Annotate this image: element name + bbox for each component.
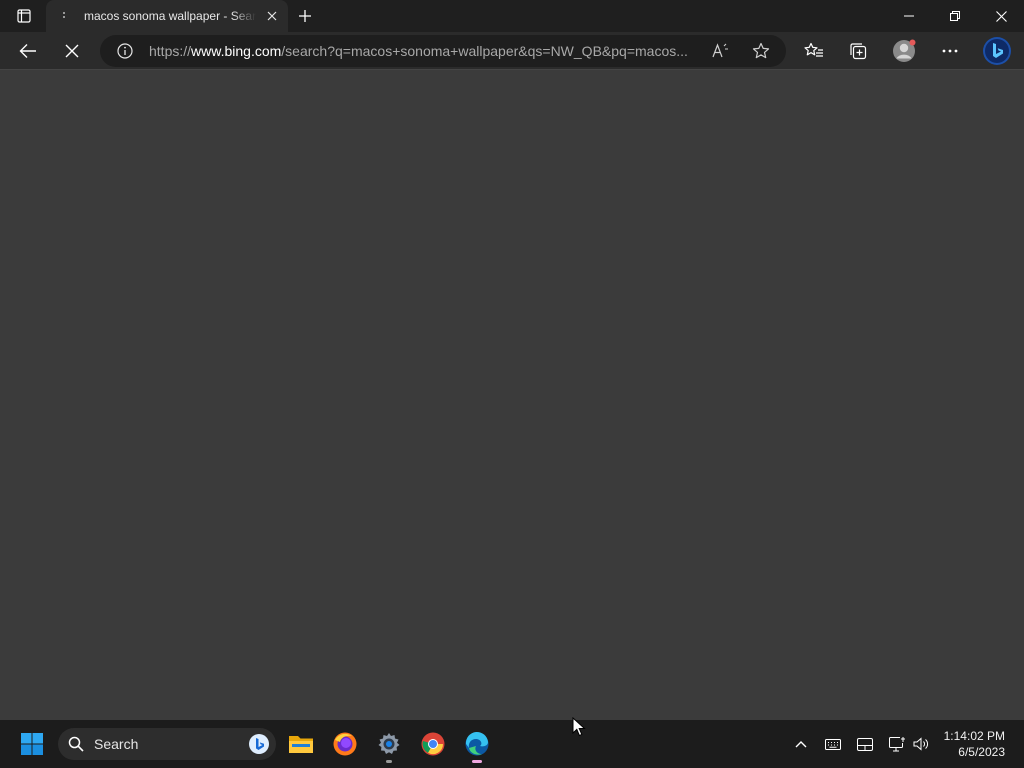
start-icon (21, 733, 43, 755)
keyboard-icon (825, 738, 841, 750)
restore-icon (950, 11, 960, 21)
site-info-icon[interactable] (117, 43, 133, 59)
file-explorer-icon (289, 736, 313, 753)
stop-loading-button[interactable] (57, 36, 87, 66)
taskbar-file-explorer[interactable] (281, 724, 321, 764)
browser-toolbar: https://www.bing.com/search?q=macos+sono… (0, 32, 1024, 70)
taskbar-search-label: Search (94, 736, 139, 752)
profile-button[interactable] (889, 36, 919, 66)
bing-chat-icon (983, 37, 1011, 65)
mouse-cursor-icon (572, 717, 586, 737)
chrome-icon (421, 732, 445, 756)
tab-actions-icon (17, 9, 31, 23)
stop-loading-icon (65, 44, 79, 58)
network-tray-button[interactable] (886, 720, 908, 768)
browser-tab-active[interactable]: macos sonoma wallpaper - Search (46, 0, 288, 32)
search-icon (68, 736, 84, 752)
profile-avatar-icon (893, 39, 916, 62)
back-button[interactable] (13, 36, 43, 66)
taskbar-edge[interactable] (457, 724, 497, 764)
volume-icon (913, 737, 928, 751)
minimize-button[interactable] (886, 0, 932, 32)
address-bar[interactable]: https://www.bing.com/search?q=macos+sono… (100, 35, 786, 67)
close-icon (995, 10, 1007, 22)
settings-icon (378, 733, 400, 754)
tab-close-icon[interactable] (264, 8, 280, 24)
url-host: www.bing.com (191, 43, 282, 59)
show-hidden-icons-button[interactable] (790, 720, 812, 768)
star-icon[interactable] (752, 42, 770, 60)
clock-date: 6/5/2023 (958, 745, 1005, 759)
browser-title-bar: macos sonoma wallpaper - Search (0, 0, 1024, 32)
taskbar-chrome[interactable] (413, 724, 453, 764)
window-controls (886, 0, 1024, 32)
display-icon (857, 737, 873, 751)
taskbar-settings[interactable] (369, 724, 409, 764)
taskbar-search-box[interactable]: Search (58, 728, 276, 760)
minimize-icon (904, 15, 914, 17)
url-text[interactable]: https://www.bing.com/search?q=macos+sono… (149, 43, 697, 59)
display-tray-button[interactable] (854, 720, 876, 768)
settings-running-indicator (386, 760, 392, 763)
start-button[interactable] (12, 724, 52, 764)
network-icon (888, 736, 906, 751)
firefox-icon (333, 732, 357, 756)
close-window-button[interactable] (978, 0, 1024, 32)
plus-icon (299, 10, 311, 22)
collections-button[interactable] (843, 36, 873, 66)
tab-actions-button[interactable] (8, 4, 40, 28)
loading-dots-icon (58, 8, 74, 24)
more-options-button[interactable] (935, 36, 965, 66)
taskbar-firefox[interactable] (325, 724, 365, 764)
more-options-icon (942, 49, 958, 53)
favorites-button[interactable] (799, 36, 829, 66)
new-tab-button[interactable] (292, 4, 318, 28)
system-clock[interactable]: 1:14:02 PM 6/5/2023 (944, 728, 1005, 760)
bing-search-icon (249, 734, 269, 754)
restore-button[interactable] (932, 0, 978, 32)
edge-icon (465, 731, 489, 756)
edge-active-indicator (472, 760, 482, 763)
volume-tray-button[interactable] (910, 720, 932, 768)
clock-time: 1:14:02 PM (943, 729, 1005, 743)
favorites-list-icon (804, 42, 823, 57)
back-arrow-icon (19, 44, 36, 58)
tab-title: macos sonoma wallpaper - Search (84, 9, 256, 23)
read-aloud-icon[interactable] (712, 42, 730, 60)
page-content-area[interactable] (0, 71, 1024, 720)
keyboard-tray-button[interactable] (822, 720, 844, 768)
chevron-up-icon (795, 741, 807, 748)
url-protocol: https:// (149, 43, 192, 59)
bing-chat-button[interactable] (981, 35, 1013, 67)
windows-taskbar: Search 1:14:02 PM 6/5/2023 (0, 720, 1024, 768)
url-path: /search?q=macos+sonoma+wallpaper&qs=NW_Q… (281, 43, 688, 59)
collections-icon (850, 43, 867, 60)
